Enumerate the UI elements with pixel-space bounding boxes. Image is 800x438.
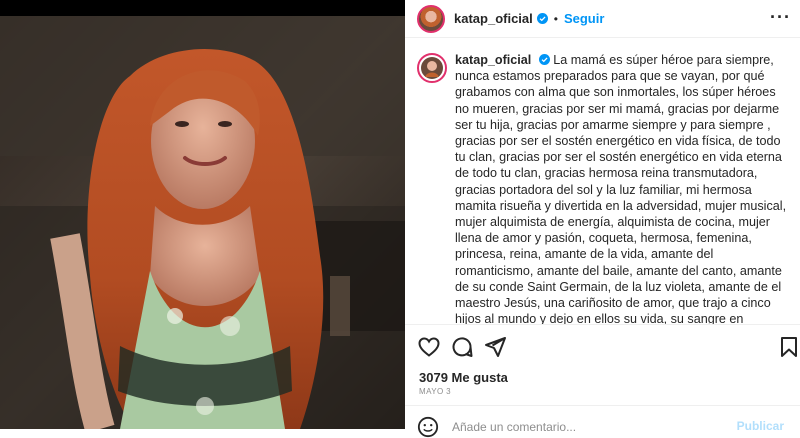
media-top-bar — [0, 0, 405, 16]
caption-avatar[interactable] — [417, 53, 447, 83]
post-actions-bar — [405, 324, 800, 369]
post-header: katap_oficial • Seguir ··· — [405, 0, 800, 38]
post-side-panel: katap_oficial • Seguir ··· katap_oficial… — [405, 0, 800, 438]
emoji-icon[interactable] — [417, 416, 439, 438]
bookmark-icon[interactable] — [777, 335, 800, 359]
comment-input[interactable] — [450, 419, 714, 435]
likes-count[interactable]: 3079 Me gusta — [419, 370, 508, 385]
post-media[interactable] — [0, 0, 405, 429]
heart-icon[interactable] — [417, 335, 441, 359]
follow-button[interactable]: Seguir — [564, 11, 604, 26]
separator-dot: • — [553, 11, 558, 26]
author-avatar[interactable] — [417, 4, 445, 33]
more-options-icon[interactable]: ··· — [770, 7, 791, 28]
verified-badge-icon — [536, 13, 548, 24]
post-photo[interactable] — [0, 16, 405, 429]
caption-body: La mamá es súper héroe para siempre, nun… — [455, 53, 787, 324]
caption-text-block: katap_oficial La mamá es súper héroe par… — [455, 52, 790, 324]
publish-button[interactable]: Publicar — [737, 419, 784, 433]
share-icon[interactable] — [483, 335, 507, 359]
comment-bar: Publicar — [405, 405, 800, 438]
verified-badge-icon — [538, 54, 550, 65]
caption-username[interactable]: katap_oficial — [455, 53, 531, 67]
comment-icon[interactable] — [450, 335, 474, 359]
post-caption: katap_oficial La mamá es súper héroe par… — [405, 37, 800, 324]
author-username[interactable]: katap_oficial — [454, 11, 533, 26]
post-date: MAYO 3 — [419, 387, 452, 396]
